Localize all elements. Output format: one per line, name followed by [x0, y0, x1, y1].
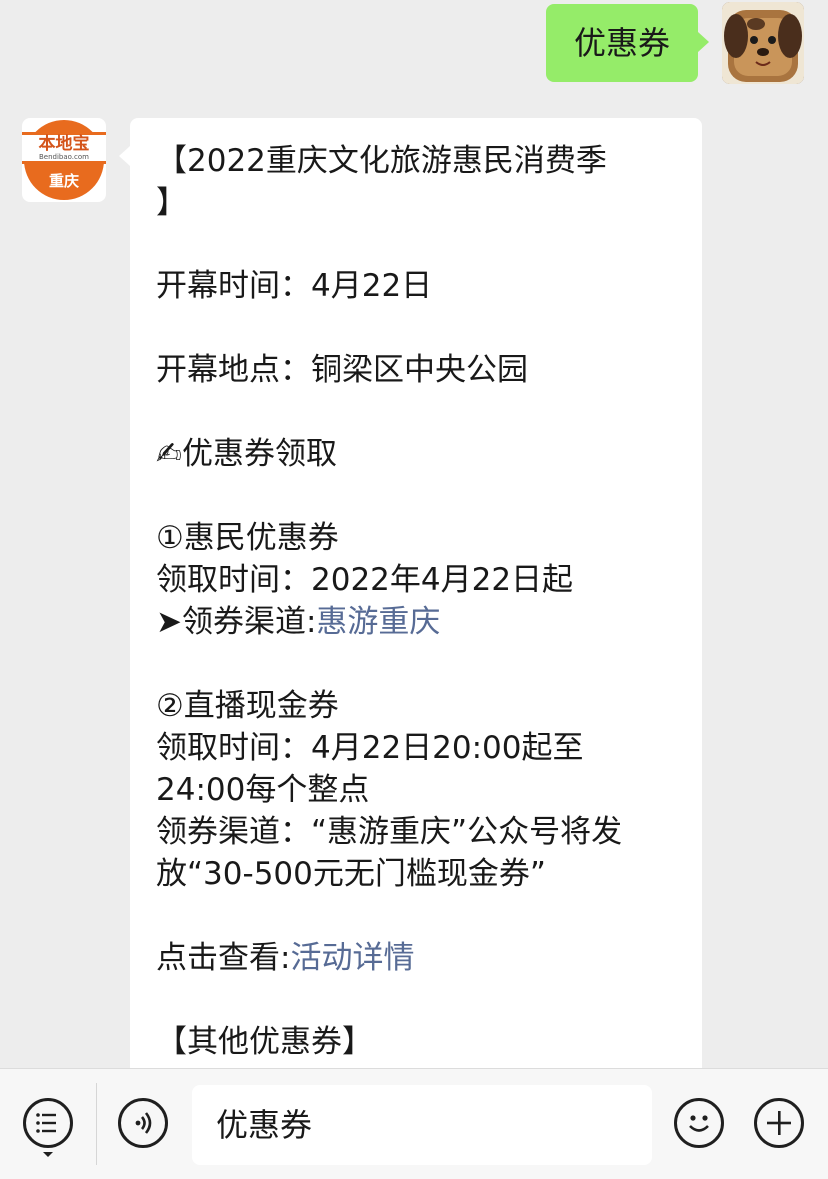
coupon1-channel: ➤领券渠道:惠游重庆	[156, 601, 440, 643]
chat-area: 优惠券 本地宝 Bendibao.com 重庆 【2022重庆文化旅游惠民消费季…	[0, 0, 828, 1068]
official-account-avatar[interactable]: 本地宝 Bendibao.com 重庆	[22, 118, 106, 202]
coupon2-channel-line1: 领券渠道：“惠游重庆”公众号将发	[156, 814, 623, 850]
logo-city: 重庆	[48, 172, 79, 190]
menu-caret-icon	[43, 1152, 53, 1157]
list-menu-icon[interactable]	[23, 1098, 73, 1148]
other-coupons-heading: 【其他优惠券】	[156, 1024, 373, 1060]
message-title-line2: 】	[156, 185, 187, 221]
divider	[96, 1083, 97, 1165]
message-title-line1: 【2022重庆文化旅游惠民消费季	[156, 143, 607, 179]
logo-name: 本地宝	[38, 134, 90, 154]
coupon-heading: ✍优惠券领取	[156, 436, 337, 472]
voice-icon[interactable]	[118, 1098, 168, 1148]
plus-icon[interactable]	[754, 1098, 804, 1148]
huiyou-chongqing-link[interactable]: 惠游重庆	[316, 604, 440, 640]
coupon1-channel-label: ➤领券渠道:	[156, 604, 317, 640]
outgoing-message-text: 优惠券	[573, 24, 670, 62]
plus-glyph	[767, 1111, 791, 1135]
voice-glyph	[135, 1112, 152, 1134]
coupon2-title: ②直播现金券	[156, 688, 339, 724]
dog-toast-avatar-image	[722, 2, 804, 84]
coupon1-time: 领取时间：2022年4月22日起	[156, 562, 574, 598]
coupon2-channel-line2: 放“30-500元无门槛现金券”	[156, 856, 546, 892]
logo-domain: Bendibao.com	[38, 153, 89, 161]
open-time-line: 开幕时间：4月22日	[156, 268, 433, 304]
coupon1-title: ①惠民优惠券	[156, 520, 339, 556]
open-place-line: 开幕地点：铜梁区中央公园	[156, 352, 528, 388]
user-avatar[interactable]	[722, 2, 804, 84]
activity-detail-link[interactable]: 活动详情	[290, 940, 414, 976]
coupon2-time-line1: 领取时间：4月22日20:00起至	[156, 730, 584, 766]
detail-label: 点击查看:	[156, 940, 291, 976]
message-input[interactable]: 优惠券	[192, 1085, 652, 1165]
outgoing-message-bubble[interactable]: 优惠券	[546, 4, 709, 82]
list-menu-glyph	[36, 1113, 56, 1133]
coupon2-time-line2: 24:00每个整点	[156, 772, 370, 808]
input-bar: 优惠券	[0, 1068, 828, 1179]
emoji-icon[interactable]	[674, 1098, 724, 1148]
message-input-value: 优惠券	[216, 1106, 313, 1144]
emoji-glyph	[689, 1115, 709, 1132]
detail-line: 点击查看:活动详情	[156, 937, 414, 979]
